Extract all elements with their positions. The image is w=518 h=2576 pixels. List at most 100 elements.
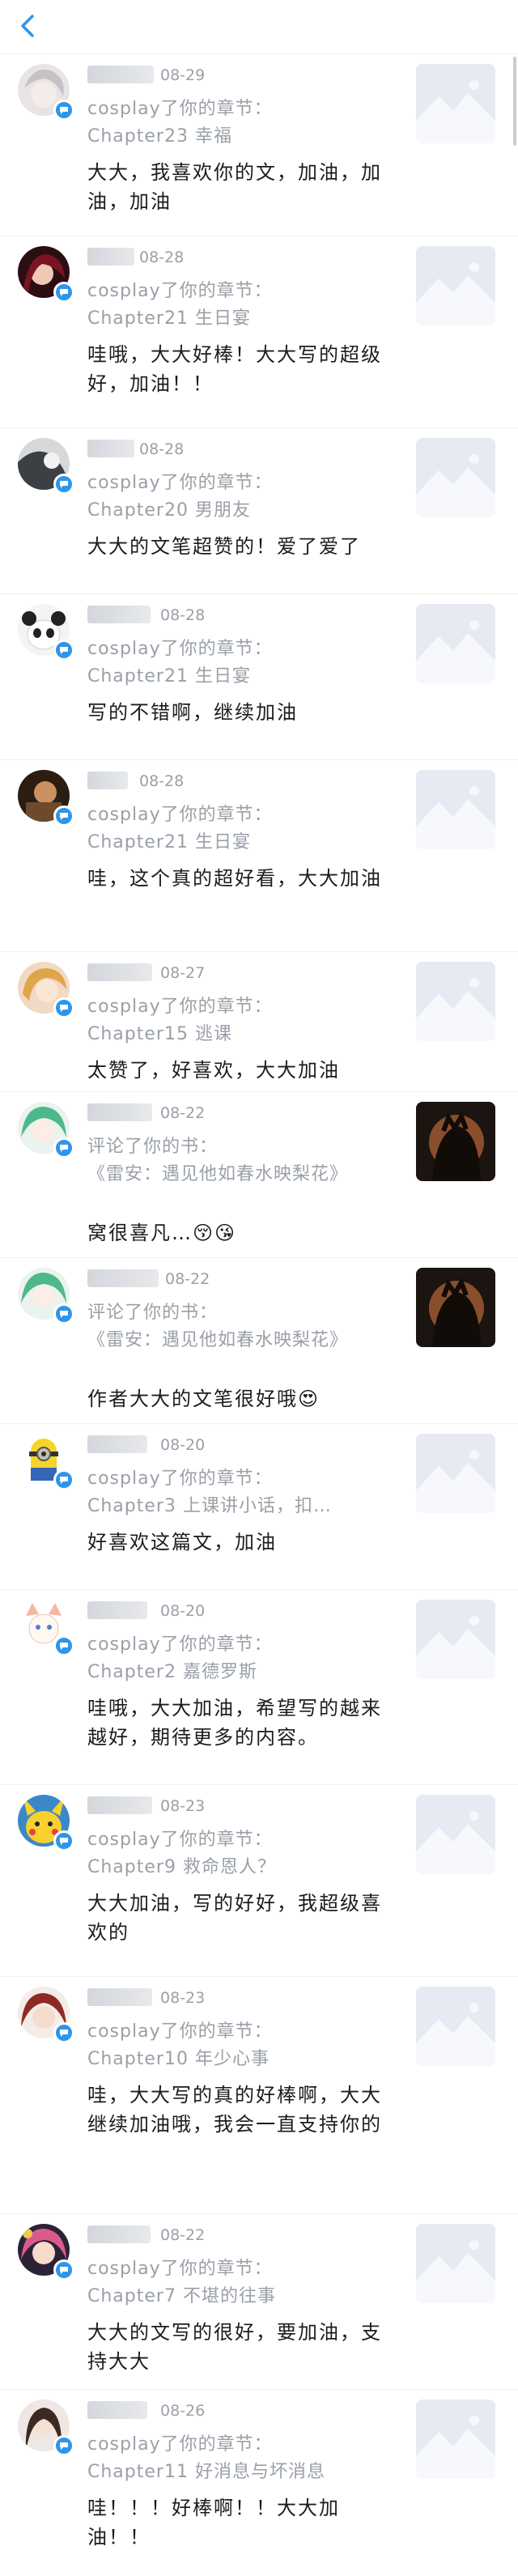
user-name[interactable] [87,2401,147,2419]
comment-content: 哇，这个真的超好看，大大加油 [87,867,382,890]
book-link[interactable]: 《雷安：遇见他如春水映梨花》 [87,1328,387,1379]
book-cover-thumbnail[interactable] [416,2224,495,2303]
comment-item[interactable]: 08-23 cosplay了你的章节： Chapter9 救命恩人？ 大大加油，… [0,1785,518,1977]
comment-item[interactable]: 08-22 评论了你的书： 《雷安：遇见他如春水映梨花》 窝很喜凡…😚😘 [0,1092,518,1258]
comment-badge-icon [53,806,74,827]
book-cover-thumbnail[interactable] [416,1102,495,1181]
comment-content: 哇哦，大大好棒！大大写的超级好，加油！！ [87,343,382,395]
chapter-link[interactable]: Chapter11 好消息与坏消息 [87,2459,387,2485]
user-name[interactable] [87,1435,147,1453]
comment-content: 哇，大大写的真的好棒啊，大大继续加油哦，我会一直支持你的 [87,2084,382,2136]
comment-badge-icon [53,100,74,121]
user-name[interactable] [87,1988,152,2006]
book-cover-thumbnail[interactable] [416,1268,495,1347]
book-cover-thumbnail[interactable] [416,1795,495,1874]
comment-content: 哇哦，大大加油，希望写的越来越好，期待更多的内容。 [87,1697,382,1749]
comment-content: 太赞了，好喜欢，大大加油 [87,1059,340,1082]
user-name[interactable] [87,1103,152,1121]
chapter-link[interactable]: Chapter10 年少心事 [87,2047,387,2072]
book-cover-thumbnail[interactable] [416,604,495,683]
comment-badge-icon [53,1635,74,1656]
comment-content: 写的不错啊，继续加油 [87,701,298,724]
comment-date: 08-23 [160,1989,206,2007]
user-name[interactable] [87,1269,159,1287]
comment-action: cosplay了你的章节： [87,997,273,1017]
comment-content: 好喜欢这篇文，加油 [87,1531,277,1554]
comment-badge-icon [53,1303,74,1324]
chapter-link[interactable]: Chapter9 救命恩人？ [87,1855,387,1881]
comment-action: 评论了你的书： [87,1137,219,1157]
user-name[interactable] [87,66,154,83]
comment-date: 08-28 [160,606,206,624]
user-name[interactable] [87,606,151,623]
comment-action: cosplay了你的章节： [87,1830,273,1850]
chapter-link[interactable]: Chapter21 生日宴 [87,830,387,856]
comment-badge-icon [53,1830,74,1851]
comment-content: 哇！！！好棒啊！！大大加油！！ [87,2497,340,2548]
book-cover-thumbnail[interactable] [416,438,495,517]
comment-item[interactable]: 08-29 cosplay了你的章节： Chapter23 幸福 大大，我喜欢你… [0,54,518,236]
comment-badge-icon [53,2435,74,2456]
comment-action: cosplay了你的章节： [87,281,273,301]
comment-item[interactable]: 08-28 cosplay了你的章节： Chapter21 生日宴 哇哦，大大好… [0,236,518,428]
comment-action: cosplay了你的章节： [87,2259,273,2279]
comment-item[interactable]: 08-20 cosplay了你的章节： Chapter2 嘉德罗斯 哇哦，大大加… [0,1590,518,1785]
chapter-link[interactable]: Chapter7 不堪的往事 [87,2284,387,2310]
comment-item[interactable]: 08-20 cosplay了你的章节： Chapter3 上课讲小话，扣… 好喜… [0,1424,518,1590]
chapter-link[interactable]: Chapter21 生日宴 [87,664,387,690]
comment-action: cosplay了你的章节： [87,473,273,493]
book-cover-thumbnail[interactable] [416,962,495,1041]
comment-date: 08-23 [160,1797,206,1815]
comment-item[interactable]: 08-28 cosplay了你的章节： Chapter21 生日宴 写的不错啊，… [0,594,518,760]
chapter-link[interactable]: Chapter15 逃课 [87,1022,387,1048]
back-button[interactable] [15,11,44,40]
chapter-link[interactable]: Chapter20 男朋友 [87,498,387,524]
comment-date: 08-22 [165,1270,210,1288]
user-name[interactable] [87,248,134,266]
comment-badge-icon [53,640,74,661]
user-name[interactable] [87,963,152,981]
comment-action: cosplay了你的章节： [87,1634,273,1655]
comment-item[interactable]: 08-26 cosplay了你的章节： Chapter11 好消息与坏消息 哇！… [0,2390,518,2576]
comment-item[interactable]: 08-28 cosplay了你的章节： Chapter20 男朋友 大大的文笔超… [0,428,518,594]
chapter-link[interactable]: Chapter21 生日宴 [87,306,387,332]
comment-action: cosplay了你的章节： [87,1469,273,1489]
comment-content: 大大，我喜欢你的文，加油，加油，加油 [87,161,382,213]
comment-action: cosplay了你的章节： [87,2434,273,2455]
user-name[interactable] [87,1601,147,1619]
user-name[interactable] [87,772,128,789]
comment-content: 作者大大的文笔很好哦😍 [87,1388,321,1410]
chapter-link[interactable]: Chapter3 上课讲小话，扣… [87,1494,387,1520]
comment-item[interactable]: 08-28 cosplay了你的章节： Chapter21 生日宴 哇，这个真的… [0,760,518,952]
comment-item[interactable]: 08-27 cosplay了你的章节： Chapter15 逃课 太赞了，好喜欢… [0,952,518,1092]
comment-item[interactable]: 08-22 cosplay了你的章节： Chapter7 不堪的往事 大大的文写… [0,2214,518,2390]
comment-date: 08-27 [160,964,206,982]
book-cover-thumbnail[interactable] [416,64,495,143]
book-cover-thumbnail[interactable] [416,246,495,325]
comment-feed: 08-29 cosplay了你的章节： Chapter23 幸福 大大，我喜欢你… [0,54,518,2576]
comment-badge-icon [53,474,74,495]
book-cover-thumbnail[interactable] [416,1987,495,2066]
comment-content: 窝很喜凡…😚😘 [87,1222,237,1244]
book-cover-thumbnail[interactable] [416,2400,495,2479]
book-cover-thumbnail[interactable] [416,770,495,849]
chapter-link[interactable]: Chapter23 幸福 [87,124,387,150]
user-name[interactable] [87,440,134,457]
comment-badge-icon [53,2259,74,2281]
chevron-left-icon [21,15,34,37]
comment-action: 评论了你的书： [87,1303,219,1323]
book-cover-thumbnail[interactable] [416,1600,495,1679]
comment-item[interactable]: 08-22 评论了你的书： 《雷安：遇见他如春水映梨花》 作者大大的文笔很好哦😍 [0,1258,518,1424]
chapter-link[interactable]: Chapter2 嘉德罗斯 [87,1660,387,1685]
comment-content: 大大的文笔超赞的！爱了爱了 [87,535,361,558]
comment-item[interactable]: 08-23 cosplay了你的章节： Chapter10 年少心事 哇，大大写… [0,1977,518,2214]
comment-badge-icon [53,2022,74,2043]
user-name[interactable] [87,2225,151,2243]
comment-date: 08-28 [139,440,185,458]
comment-date: 08-26 [160,2402,206,2420]
comment-content: 大大加油，写的好好，我超级喜欢的 [87,1892,382,1944]
user-name[interactable] [87,1796,152,1814]
book-link[interactable]: 《雷安：遇见他如春水映梨花》 [87,1162,387,1214]
book-cover-thumbnail[interactable] [416,1434,495,1513]
comment-date: 08-20 [160,1436,206,1454]
